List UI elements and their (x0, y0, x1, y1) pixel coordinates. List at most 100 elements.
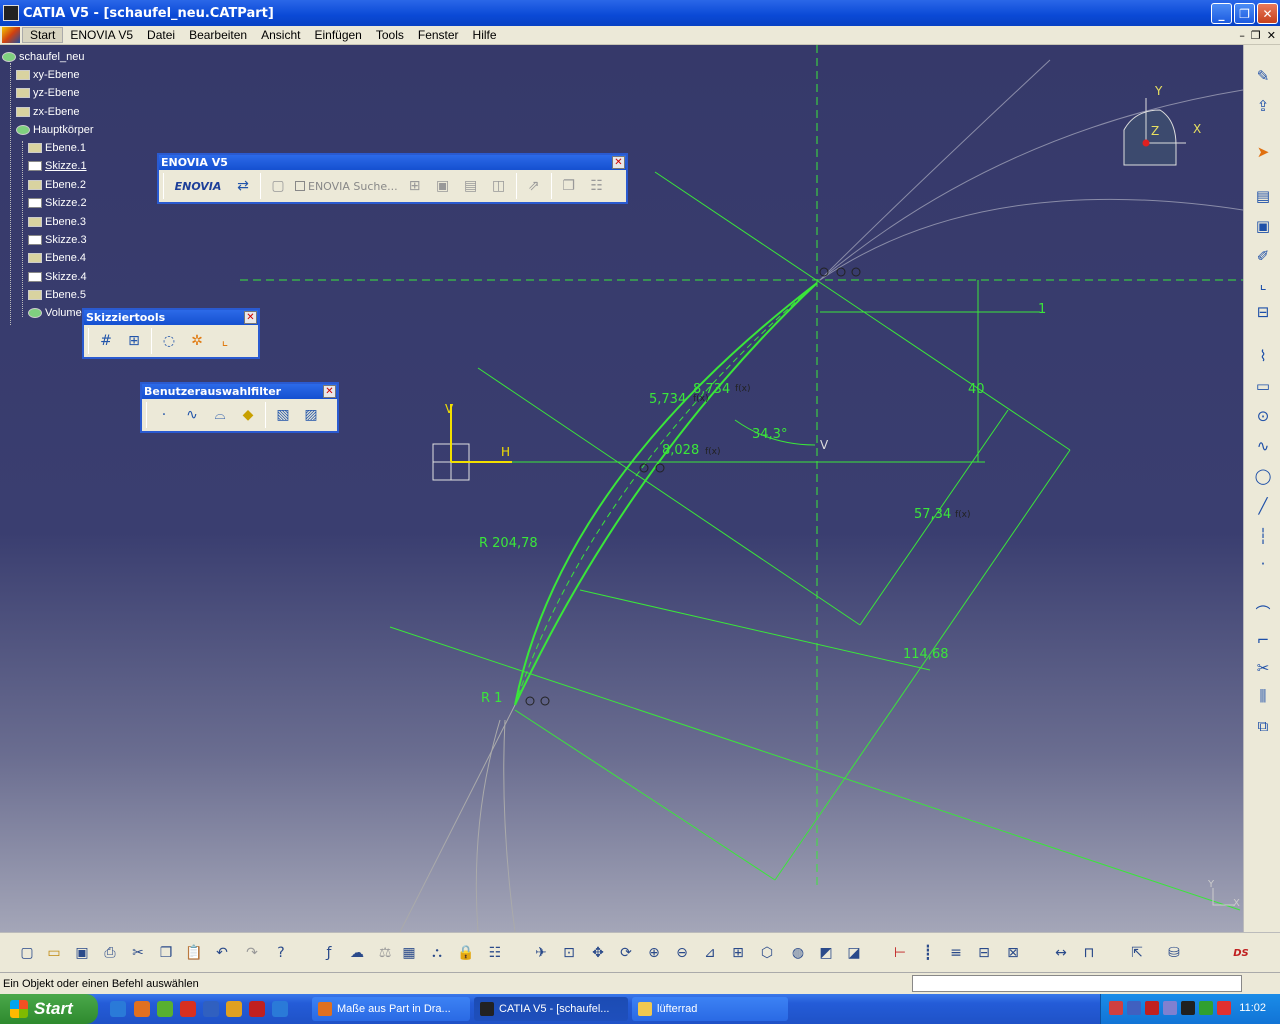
dim-5-734[interactable]: 5,734 (649, 392, 686, 407)
enovia-search[interactable]: ENOVIA Suche... (295, 180, 398, 193)
formula-icon[interactable]: ƒ (318, 942, 340, 964)
knowledge-icon[interactable]: ☁ (346, 942, 368, 964)
save-icon[interactable]: ▣ (71, 942, 93, 964)
mdi-close-icon[interactable]: ✕ (1267, 29, 1276, 42)
taskbar-button-folder[interactable]: lüfterrad (632, 997, 788, 1021)
menu-enovia[interactable]: ENOVIA V5 (63, 28, 140, 42)
select-arrow-icon[interactable]: ➤ (1252, 141, 1274, 163)
redo-icon[interactable]: ↷ (241, 942, 263, 964)
enovia-search-checkbox[interactable] (295, 181, 305, 191)
spline-icon[interactable]: ∿ (1252, 435, 1274, 457)
sketch-tools-close-icon[interactable]: ✕ (244, 311, 257, 324)
intersection-filter-icon[interactable]: ▨ (300, 404, 322, 426)
lock-icon[interactable]: 🔒 (455, 942, 477, 964)
ellipse-icon[interactable]: ◯ (1252, 465, 1274, 487)
trim-icon[interactable]: ✂ (1252, 657, 1274, 679)
sketch-analysis-icon[interactable]: ≡ (945, 942, 967, 964)
multi-view-icon[interactable]: ⊞ (727, 942, 749, 964)
enovia-doc-icon[interactable]: ▢ (267, 175, 289, 197)
project-3d-icon[interactable]: ⧉ (1252, 715, 1274, 737)
iso-view-icon[interactable]: ⬡ (756, 942, 778, 964)
tray-acrobat-icon[interactable] (1145, 1001, 1159, 1015)
enovia-copy-icon[interactable]: ❐ (558, 175, 580, 197)
rotate-icon[interactable]: ⟳ (615, 942, 637, 964)
tree-item-ebene-2[interactable]: Ebene.2 (28, 177, 86, 193)
axis-icon[interactable]: ┆ (1252, 525, 1274, 547)
rule-icon[interactable]: ⚖ (374, 942, 396, 964)
tree-item-volumen[interactable]: Volumen (28, 305, 88, 321)
quicklaunch-ie-icon[interactable] (110, 1001, 126, 1017)
paste-icon[interactable]: 📋 (183, 942, 205, 964)
tree-item-skizze-4[interactable]: Skizze.4 (28, 269, 87, 285)
snap-to-point-icon[interactable]: ⊞ (123, 330, 145, 352)
contact-constraint-icon[interactable]: ⊟ (1252, 301, 1274, 323)
tree-expand-icon[interactable]: ⛬ (426, 942, 448, 964)
copy-icon[interactable]: ❐ (155, 942, 177, 964)
point-icon[interactable]: · (1252, 553, 1274, 575)
catalog-icon[interactable]: ☷ (484, 942, 506, 964)
shading-icon[interactable]: ◍ (787, 942, 809, 964)
mdi-restore-icon[interactable]: ❐ (1251, 29, 1261, 42)
measure-item-icon[interactable]: ⊓ (1078, 942, 1100, 964)
tree-item-ebene-5[interactable]: Ebene.5 (28, 287, 86, 303)
tree-item-yz-ebene[interactable]: yz-Ebene (16, 85, 79, 101)
tree-item-skizze-2[interactable]: Skizze.2 (28, 195, 87, 211)
menu-fenster[interactable]: Fenster (411, 28, 466, 42)
volume-filter-icon[interactable]: ◆ (237, 404, 259, 426)
quicklaunch-paint-icon[interactable] (203, 1001, 219, 1017)
measure-between-icon[interactable]: ↔ (1050, 942, 1072, 964)
dim-radius-204[interactable]: R 204,78 (479, 536, 538, 551)
curve-filter-icon[interactable]: ∿ (181, 404, 203, 426)
open-folder-icon[interactable]: ▭ (43, 942, 65, 964)
sketch-solving-icon[interactable]: ⊟ (973, 942, 995, 964)
fly-mode-icon[interactable]: ✈ (530, 942, 552, 964)
whats-this-icon[interactable]: ? (270, 942, 292, 964)
profile-icon[interactable]: ⌇ (1252, 345, 1274, 367)
quicklaunch-firefox-icon[interactable] (134, 1001, 150, 1017)
command-input[interactable] (912, 975, 1242, 992)
tray-display-icon[interactable] (1127, 1001, 1141, 1015)
apply-material-icon[interactable]: ⛁ (1163, 942, 1185, 964)
enovia-sync-icon[interactable]: ⇗ (523, 175, 545, 197)
constraint-icon[interactable]: ⌞ (1252, 273, 1274, 295)
surface-filter-icon[interactable]: ⌓ (209, 404, 231, 426)
tray-update-icon[interactable] (1199, 1001, 1213, 1015)
hide-show-icon[interactable]: ◩ (815, 942, 837, 964)
dim-57-34[interactable]: 57,34 (914, 507, 951, 522)
close-button[interactable]: ✕ (1257, 3, 1278, 24)
dim-8-028[interactable]: 8,028 (662, 443, 699, 458)
tree-item-ebene-4[interactable]: Ebene.4 (28, 250, 86, 266)
enovia-open-icon[interactable]: ▤ (460, 175, 482, 197)
taskbar-button-firefox[interactable]: Maße aus Part in Dra... (312, 997, 470, 1021)
enovia-connect-icon[interactable]: ⇄ (232, 175, 254, 197)
quicklaunch-tool-icon[interactable] (226, 1001, 242, 1017)
zoom-in-icon[interactable]: ⊕ (643, 942, 665, 964)
tray-ati-icon[interactable] (1217, 1001, 1231, 1015)
tree-item-zx-ebene[interactable]: zx-Ebene (16, 104, 79, 120)
taskbar-button-catia[interactable]: CATIA V5 - [schaufel... (474, 997, 628, 1021)
chamfer-icon[interactable]: ⌐ (1252, 629, 1274, 651)
quicklaunch-media-icon[interactable] (180, 1001, 196, 1017)
undo-icon[interactable]: ↶ (211, 942, 233, 964)
sketch-tools-titlebar[interactable]: Skizziertools ✕ (84, 310, 258, 325)
tree-root[interactable]: schaufel_neu (2, 49, 84, 65)
dim-angle[interactable]: 34,3° (752, 427, 787, 442)
tray-security-icon[interactable] (1181, 1001, 1195, 1015)
tree-item-xy-ebene[interactable]: xy-Ebene (16, 67, 79, 83)
normal-view-icon[interactable]: ⊿ (699, 942, 721, 964)
tree-item-ebene-1[interactable]: Ebene.1 (28, 140, 86, 156)
sketcher-icon[interactable]: ✎ (1252, 65, 1274, 87)
table-icon[interactable]: ▦ (398, 942, 420, 964)
cut-part-icon[interactable]: ┋ (917, 942, 939, 964)
dimensional-constraints-icon[interactable]: ⌞ (214, 330, 236, 352)
tree-item-skizze-3[interactable]: Skizze.3 (28, 232, 87, 248)
enovia-frame-icon[interactable]: ◫ (488, 175, 510, 197)
fit-all-icon[interactable]: ⊡ (558, 942, 580, 964)
enovia-toolbar[interactable]: ENOVIA V5 ✕ ENOVIA ⇄ ▢ ENOVIA Suche... ⊞… (157, 153, 628, 204)
quicklaunch-acrobat-icon[interactable] (249, 1001, 265, 1017)
menu-datei[interactable]: Datei (140, 28, 182, 42)
new-file-icon[interactable]: ▢ (16, 942, 38, 964)
point-filter-icon[interactable]: · (153, 404, 175, 426)
visualization-icon[interactable]: ⊠ (1002, 942, 1024, 964)
sketch-tools-toolbar[interactable]: Skizziertools ✕ # ⊞ ◌ ✲ ⌞ (82, 308, 260, 359)
